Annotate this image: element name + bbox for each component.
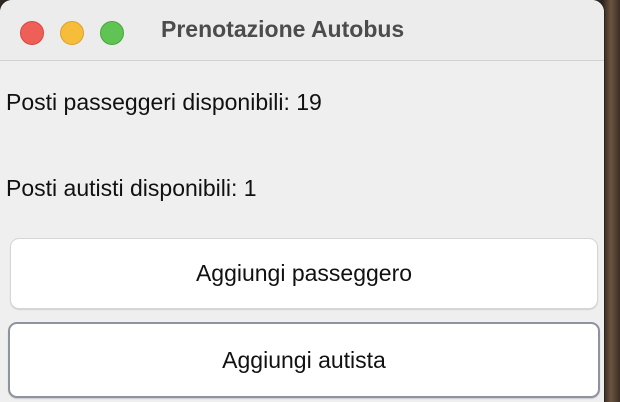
maximize-window-icon[interactable] xyxy=(100,21,124,45)
window-title: Prenotazione Autobus xyxy=(161,16,405,42)
title-bar[interactable]: Prenotazione Autobus xyxy=(0,0,604,61)
add-passenger-button[interactable]: Aggiungi passeggero xyxy=(10,238,598,309)
close-window-icon[interactable] xyxy=(20,21,44,45)
passenger-seats-label: Posti passeggeri disponibili: 19 xyxy=(6,89,322,115)
app-window: Prenotazione Autobus Posti passeggeri di… xyxy=(0,0,604,402)
driver-seats-label: Posti autisti disponibili: 1 xyxy=(6,175,257,201)
minimize-window-icon[interactable] xyxy=(60,21,84,45)
add-driver-button[interactable]: Aggiungi autista xyxy=(8,322,600,398)
